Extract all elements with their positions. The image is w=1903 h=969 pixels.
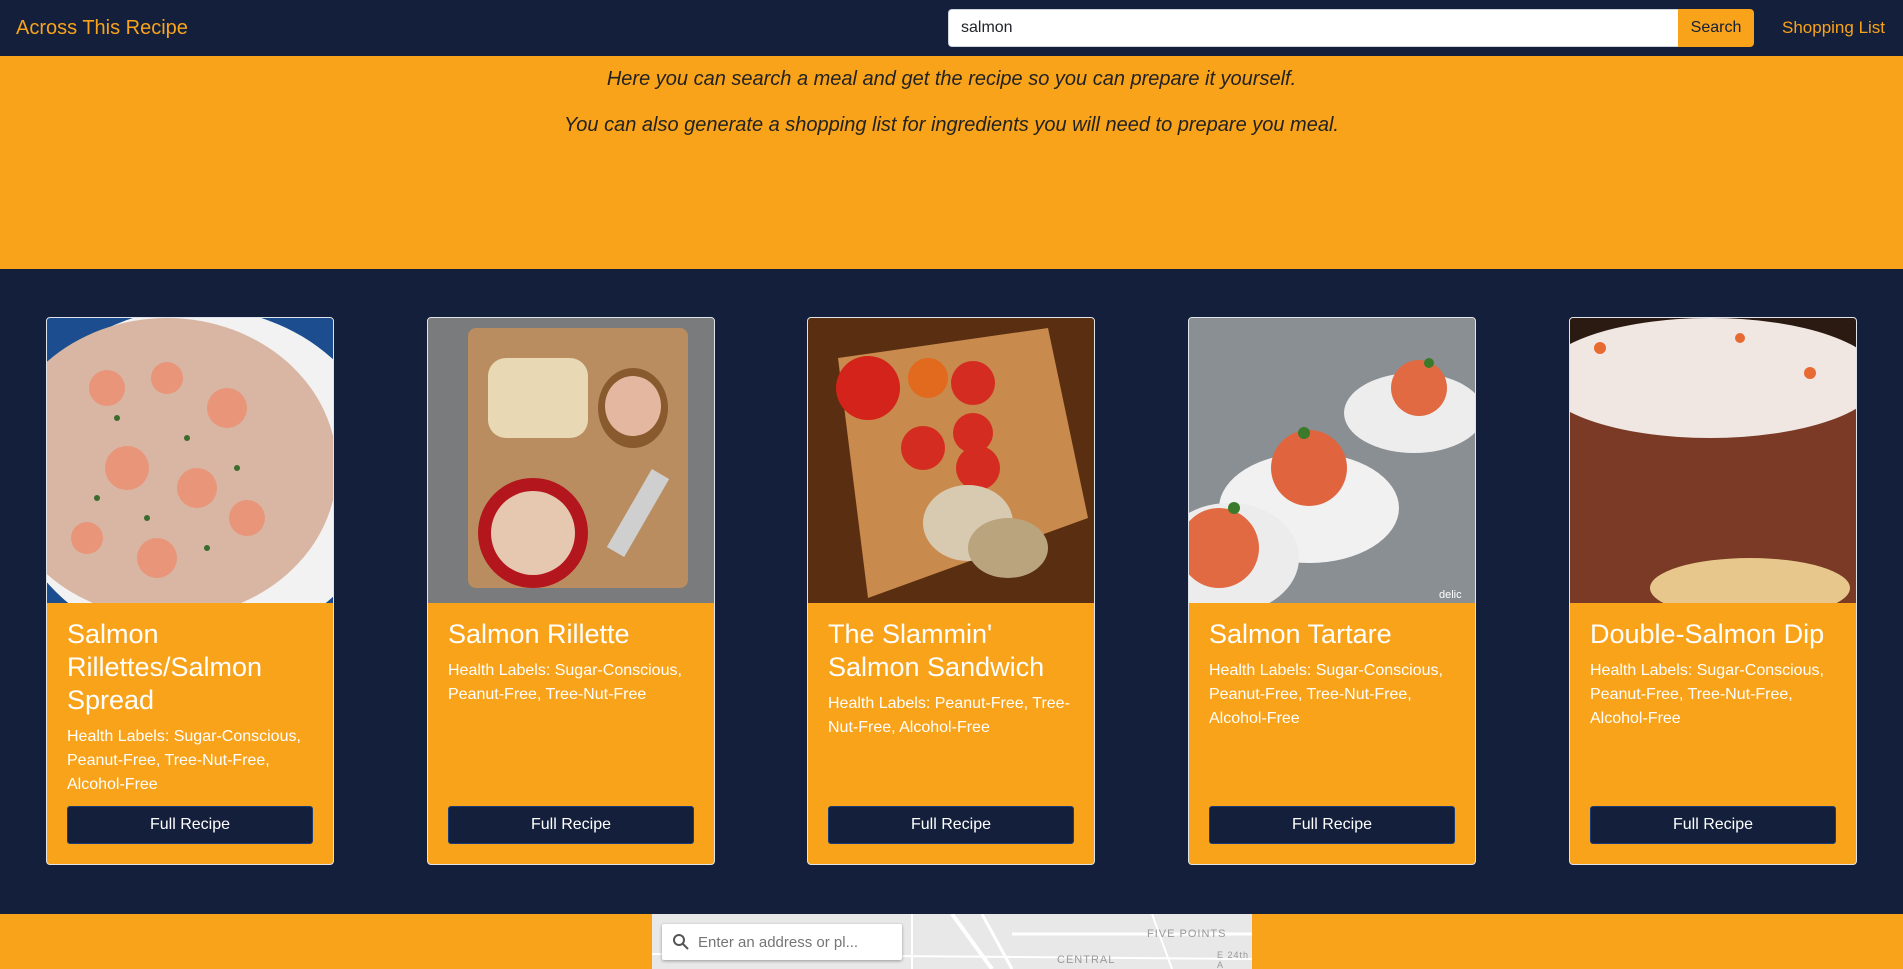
map-widget[interactable]: FIVE POINTS CENTRAL E 24th A — [652, 914, 1252, 969]
recipe-card: Salmon Rillette Health Labels: Sugar-Con… — [427, 317, 715, 865]
recipe-image — [808, 318, 1094, 603]
health-labels: Health Labels: Sugar-Conscious, Peanut-F… — [67, 728, 301, 793]
recipe-card: Double-Salmon Dip Health Labels: Sugar-C… — [1569, 317, 1857, 865]
recipe-card: delic Salmon Tartare Health Labels: Suga… — [1188, 317, 1476, 865]
recipe-results: Salmon Rillettes/Salmon Spread Health La… — [0, 269, 1903, 914]
health-labels: Health Labels: Sugar-Conscious, Peanut-F… — [1209, 662, 1443, 727]
intro-line-2: You can also generate a shopping list fo… — [564, 114, 1339, 136]
full-recipe-button[interactable]: Full Recipe — [1590, 806, 1836, 844]
map-label-central: CENTRAL — [1057, 954, 1116, 966]
health-labels: Health Labels: Sugar-Conscious, Peanut-F… — [448, 662, 682, 703]
recipe-image — [1570, 318, 1856, 603]
health-labels: Health Labels: Sugar-Conscious, Peanut-F… — [1590, 662, 1824, 727]
map-label-street: E 24th A — [1217, 950, 1250, 969]
recipe-title: Salmon Tartare — [1209, 619, 1392, 649]
shopping-list-link[interactable]: Shopping List — [1782, 0, 1885, 56]
recipe-title: The Slammin' Salmon Sandwich — [828, 619, 1045, 682]
full-recipe-button[interactable]: Full Recipe — [67, 806, 313, 844]
recipe-image — [47, 318, 333, 603]
health-labels: Health Labels: Peanut-Free, Tree-Nut-Fre… — [828, 695, 1070, 736]
search-button[interactable]: Search — [1678, 9, 1754, 47]
intro-line-1: Here you can search a meal and get the r… — [606, 68, 1297, 90]
recipe-image — [428, 318, 714, 603]
top-navbar: Across This Recipe Search Shopping List — [0, 0, 1903, 56]
map-label-five-points: FIVE POINTS — [1147, 928, 1227, 940]
brand-link[interactable]: Across This Recipe — [16, 0, 188, 56]
svg-text:delic: delic — [1439, 589, 1462, 601]
search-icon — [673, 934, 689, 950]
full-recipe-button[interactable]: Full Recipe — [1209, 806, 1455, 844]
recipe-title: Salmon Rillettes/Salmon Spread — [67, 619, 263, 715]
recipe-card: The Slammin' Salmon Sandwich Health Labe… — [807, 317, 1095, 865]
recipe-card: Salmon Rillettes/Salmon Spread Health La… — [46, 317, 334, 865]
recipe-title: Double-Salmon Dip — [1590, 619, 1825, 649]
footer: FIVE POINTS CENTRAL E 24th A — [0, 914, 1903, 969]
recipe-title: Salmon Rillette — [448, 619, 630, 649]
search-input[interactable] — [948, 9, 1678, 47]
recipe-image: delic — [1189, 318, 1475, 603]
full-recipe-button[interactable]: Full Recipe — [448, 806, 694, 844]
full-recipe-button[interactable]: Full Recipe — [828, 806, 1074, 844]
search-form: Search — [948, 9, 1754, 47]
intro-banner: Here you can search a meal and get the r… — [0, 56, 1903, 269]
map-address-input[interactable] — [696, 932, 900, 952]
map-search-box[interactable] — [662, 924, 902, 960]
